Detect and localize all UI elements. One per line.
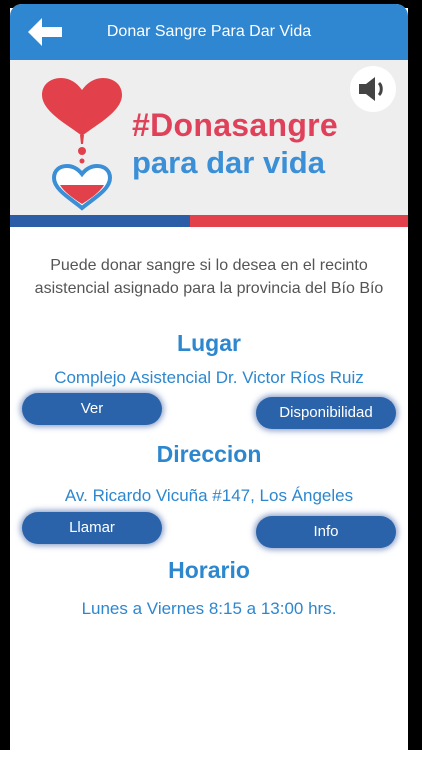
speaker-icon bbox=[359, 77, 383, 101]
banner-subtitle: para dar vida bbox=[132, 145, 325, 180]
device-frame-left bbox=[0, 0, 10, 750]
lugar-heading: Lugar bbox=[177, 330, 241, 356]
disponibilidad-button[interactable]: Disponibilidad bbox=[256, 397, 396, 429]
device-frame-right bbox=[408, 0, 422, 750]
hashtag-text: #Donasangre bbox=[132, 107, 339, 143]
info-button[interactable]: Info bbox=[256, 516, 396, 548]
ver-button[interactable]: Ver bbox=[22, 393, 162, 425]
app-header: Donar Sangre Para Dar Vida bbox=[10, 4, 408, 60]
intro-line-1: Puede donar sangre si lo desea en el rec… bbox=[50, 257, 368, 274]
direccion-heading: Direccion bbox=[156, 441, 262, 467]
blood-heart-logo bbox=[40, 78, 124, 217]
direccion-value: Av. Ricardo Vicuña #147, Los Ángeles bbox=[64, 486, 354, 505]
page-title: Donar Sangre Para Dar Vida bbox=[106, 23, 312, 40]
flag-stripe-red bbox=[190, 215, 408, 227]
horario-value: Lunes a Viernes 8:15 a 13:00 hrs. bbox=[81, 599, 337, 618]
intro-line-2: asistencial asignado para la provincia d… bbox=[34, 280, 384, 297]
intro-text: Puede donar sangre si lo desea en el rec… bbox=[10, 254, 408, 300]
app-screen: Donar Sangre Para Dar Vida #Donasangre p… bbox=[10, 4, 408, 764]
lugar-value: Complejo Asistencial Dr. Victor Ríos Rui… bbox=[54, 368, 364, 387]
flag-stripe-blue bbox=[10, 215, 190, 227]
horario-heading: Horario bbox=[168, 557, 250, 583]
llamar-button[interactable]: Llamar bbox=[22, 512, 162, 544]
audio-button[interactable] bbox=[350, 66, 396, 112]
